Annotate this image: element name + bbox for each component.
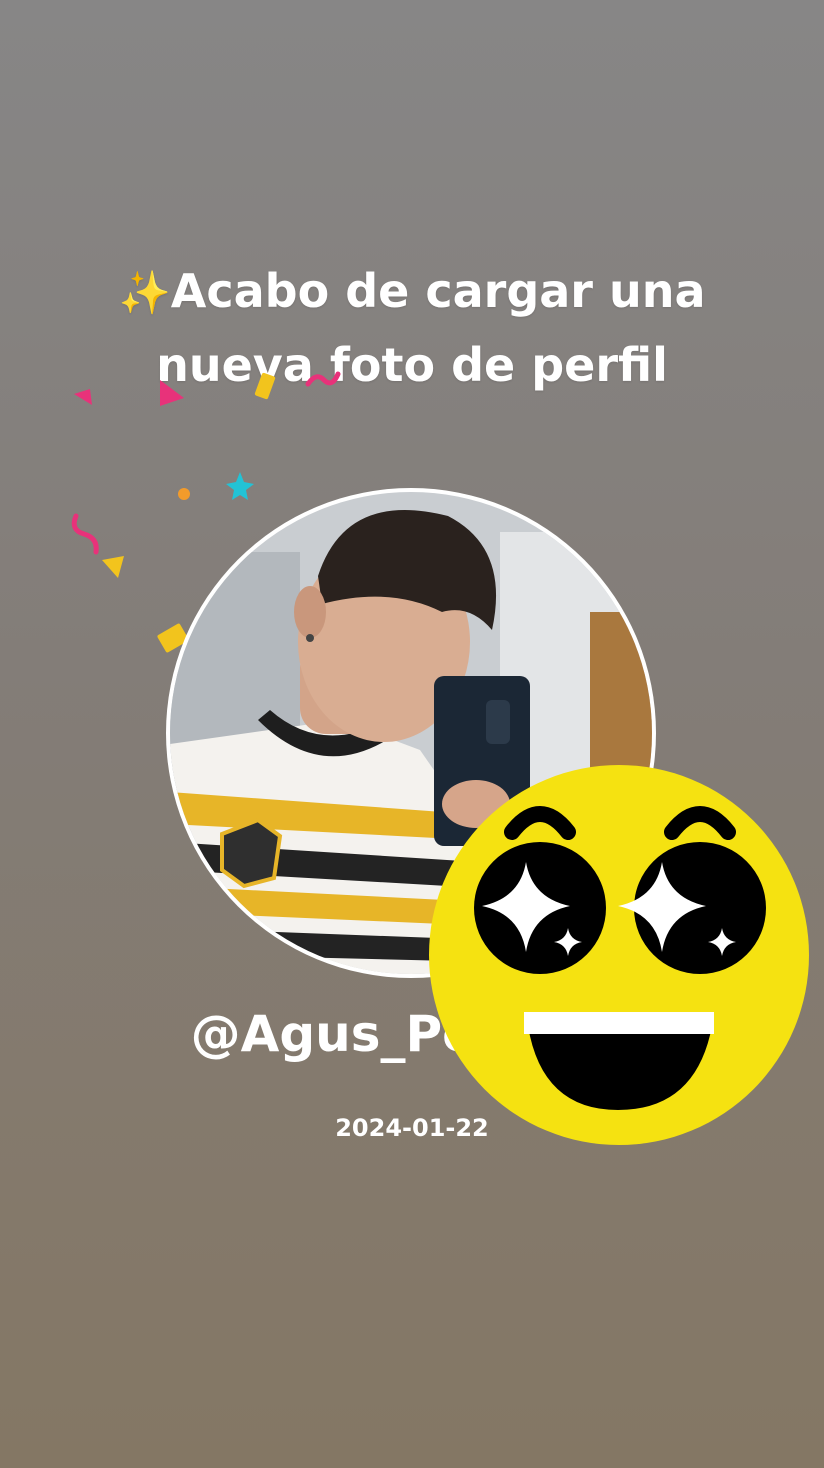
star-struck-emoji-icon bbox=[429, 765, 809, 1145]
